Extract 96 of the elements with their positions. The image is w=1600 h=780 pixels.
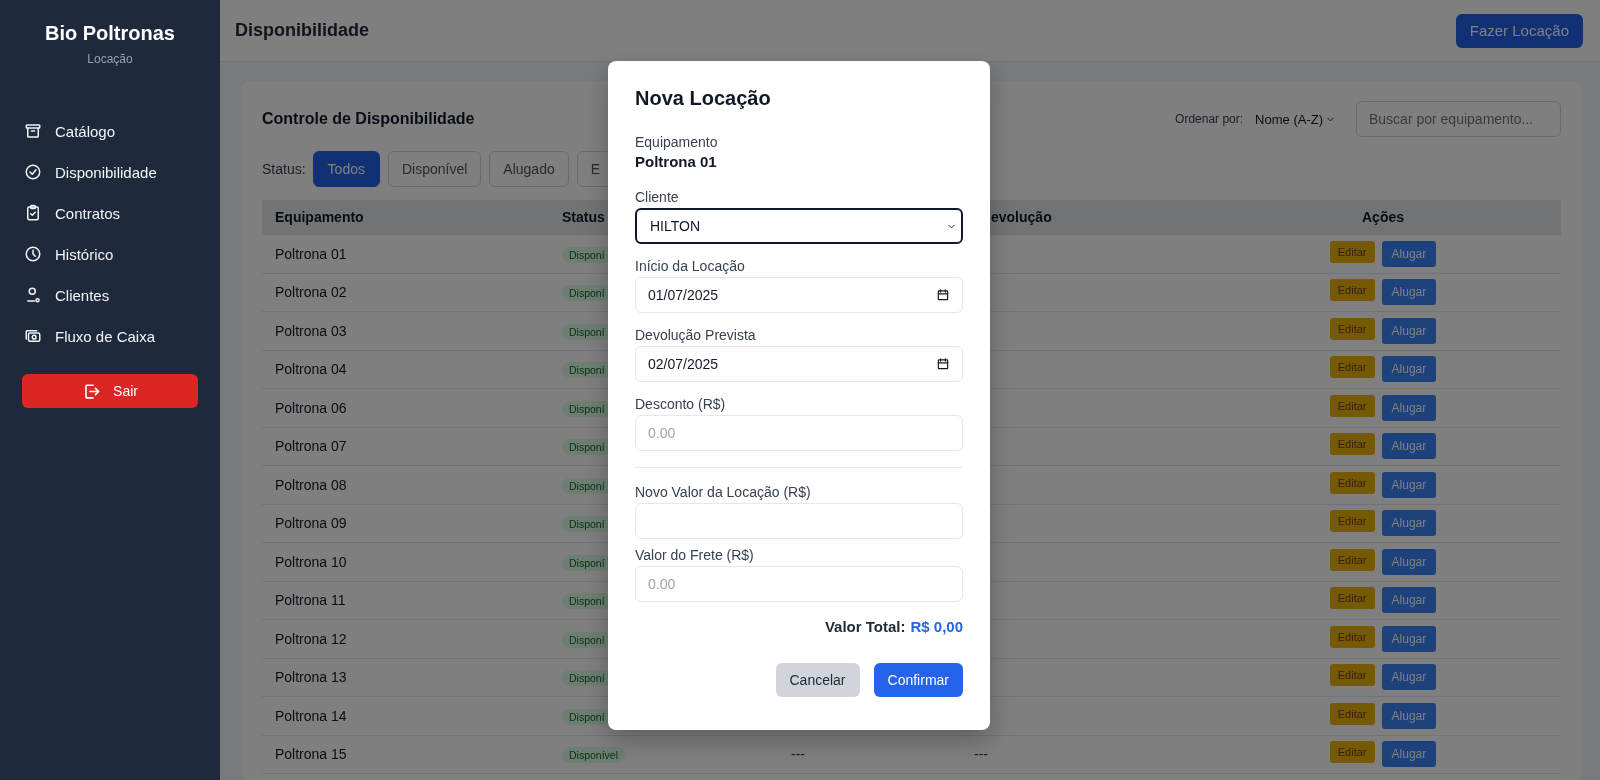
column-header: Ações (1362, 209, 1404, 225)
table-cell: Poltrona 04 (275, 361, 347, 378)
rent-button[interactable]: Alugar (1381, 664, 1437, 691)
table-cell: Poltrona 13 (275, 669, 347, 686)
table-cell: Poltrona 01 (275, 245, 347, 262)
rent-button[interactable]: Alugar (1381, 356, 1437, 383)
total-label: Valor Total: (824, 618, 906, 635)
date-field[interactable]: 01/07/2025 (635, 277, 963, 313)
user-icon (24, 286, 42, 304)
table-cell: Poltrona 02 (275, 284, 347, 301)
filter-button[interactable]: Disponível (387, 151, 482, 187)
field-label: Equipamento (635, 134, 719, 150)
table-cell: Poltrona 09 (275, 515, 347, 532)
card-title: Controle de Disponibilidade (262, 110, 475, 128)
total-value: R$ 0,00 (910, 618, 963, 635)
table-cell: Poltrona 14 (275, 707, 347, 724)
edit-button[interactable]: Editar (1329, 587, 1375, 610)
table-cell: Poltrona 15 (275, 746, 347, 763)
column-header: evolução (991, 209, 1052, 225)
equipment-name: Poltrona 01 (635, 153, 718, 170)
edit-button[interactable]: Editar (1329, 279, 1375, 302)
page-title: Disponibilidade (235, 20, 369, 41)
column-header: Status (562, 209, 605, 225)
input-field[interactable]: 0.00 (635, 566, 963, 602)
edit-button[interactable]: Editar (1329, 702, 1375, 725)
field-label: Início da Locação (635, 258, 746, 274)
sidebar-item[interactable]: Histórico (24, 239, 198, 269)
field-label: Devolução Prevista (635, 327, 757, 343)
input-field[interactable] (635, 503, 963, 539)
calendar-icon (936, 357, 950, 371)
logout-button[interactable]: Sair (22, 374, 198, 408)
field-label: Cliente (635, 189, 680, 205)
rent-button[interactable]: Alugar (1381, 394, 1437, 421)
edit-button[interactable]: Editar (1329, 625, 1375, 648)
rent-button[interactable]: Alugar (1381, 317, 1437, 344)
edit-button[interactable]: Editar (1329, 356, 1375, 379)
field-label: Novo Valor da Locação (R$) (635, 484, 812, 500)
logout-icon (82, 381, 102, 401)
rent-button[interactable]: Alugar (1381, 587, 1437, 614)
input-field[interactable]: 0.00 (635, 415, 963, 451)
rent-button[interactable]: Alugar (1381, 625, 1437, 652)
cash-icon (24, 327, 42, 345)
sidebar-item[interactable]: Clientes (24, 280, 198, 310)
table-cell: Poltrona 11 (275, 592, 346, 609)
sidebar-item[interactable]: Disponibilidade (24, 157, 198, 187)
app-subtitle: Locação (87, 52, 133, 66)
table-cell: --- (974, 746, 988, 763)
table-cell: Poltrona 08 (275, 476, 347, 493)
rent-button[interactable]: Alugar (1381, 471, 1437, 498)
edit-button[interactable]: Editar (1329, 741, 1375, 764)
rent-button[interactable]: Alugar (1381, 279, 1437, 306)
sidebar-item[interactable]: Fluxo de Caixa (24, 321, 198, 351)
app-title: Bio Poltronas (45, 22, 175, 45)
rent-button[interactable]: Alugar (1381, 433, 1437, 460)
new-rental-button[interactable]: Fazer Locação (1455, 13, 1583, 48)
edit-button[interactable]: Editar (1329, 664, 1375, 687)
confirm-button[interactable]: Confirmar (873, 663, 963, 697)
edit-button[interactable]: Editar (1329, 240, 1375, 263)
rent-button[interactable]: Alugar (1381, 240, 1437, 267)
table-cell: Poltrona 12 (275, 630, 347, 647)
edit-button[interactable]: Editar (1329, 548, 1375, 571)
sidebar-item[interactable]: Catálogo (24, 116, 198, 146)
check-circle-icon (24, 163, 42, 181)
clock-icon (24, 245, 42, 263)
edit-button[interactable]: Editar (1329, 317, 1375, 340)
clipboard-icon (24, 204, 42, 222)
table-cell: Poltrona 07 (275, 438, 347, 455)
table-cell: Poltrona 03 (275, 322, 347, 339)
rent-button[interactable]: Alugar (1381, 510, 1437, 537)
archive-icon (24, 122, 42, 140)
date-field[interactable]: 02/07/2025 (635, 346, 963, 382)
sidebar-item[interactable]: Contratos (24, 198, 198, 228)
edit-button[interactable]: Editar (1329, 433, 1375, 456)
rent-button[interactable]: Alugar (1381, 702, 1437, 729)
filter-button[interactable]: Alugado (489, 151, 569, 187)
cancel-button[interactable]: Cancelar (775, 663, 860, 697)
edit-button[interactable]: Editar (1329, 510, 1375, 533)
modal-title: Nova Locação (635, 87, 772, 110)
status-label: Status: (262, 161, 306, 177)
sort-label: Ordenar por: (1175, 112, 1244, 126)
calendar-icon (936, 288, 950, 302)
column-header: Equipamento (275, 209, 364, 225)
search-field[interactable]: Buscar por equipamento... (1356, 101, 1561, 137)
table-cell: Poltrona 06 (275, 399, 347, 416)
table-cell: --- (791, 746, 805, 763)
rent-button[interactable]: Alugar (1381, 548, 1437, 575)
rent-button[interactable]: Alugar (1381, 741, 1437, 768)
sort-select[interactable]: Nome (A-Z) (1251, 109, 1340, 129)
table-cell: Poltrona 10 (275, 553, 347, 570)
edit-button[interactable]: Editar (1329, 471, 1375, 494)
field-label: Valor do Frete (R$) (635, 547, 755, 563)
status-badge: Disponível (562, 747, 626, 764)
client-select[interactable]: HILTON (635, 208, 963, 244)
edit-button[interactable]: Editar (1329, 394, 1375, 417)
filter-button[interactable]: Todos (312, 151, 380, 187)
field-label: Desconto (R$) (635, 396, 727, 412)
